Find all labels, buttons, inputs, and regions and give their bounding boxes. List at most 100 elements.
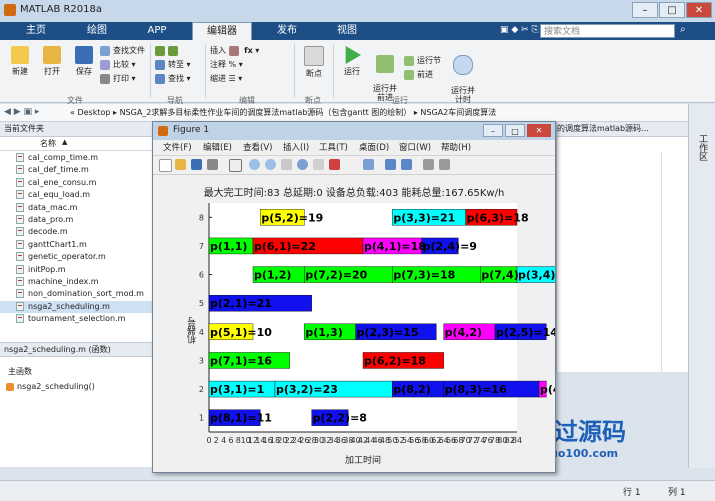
insert-button[interactable]: 插入 fx ▾	[210, 44, 259, 58]
tab-apps[interactable]: APP	[132, 22, 182, 40]
open-button[interactable]: 打开	[38, 46, 66, 77]
list-item[interactable]: initPop.m	[0, 264, 152, 276]
gantt-bar-label: p(5,2)=19	[261, 211, 323, 224]
y-tick-label: 4	[199, 328, 204, 337]
find-button[interactable]: 查找 ▾	[155, 72, 191, 86]
list-item-selected[interactable]: nsga2_scheduling.m	[0, 300, 152, 314]
gantt-bar-label: p(2,1)=21	[210, 297, 272, 310]
m-file-icon	[16, 227, 24, 237]
run-section-button[interactable]: 运行节	[404, 54, 441, 68]
list-item[interactable]: non_domination_sort_mod.m	[0, 288, 152, 300]
list-item[interactable]: data_mac.m	[0, 202, 152, 214]
breadcrumb: « Desktop ▸ NSGA_2求解多目标柔性作业车间的调度算法matlab…	[70, 108, 497, 117]
list-item[interactable]: ganttChart1.m	[0, 239, 152, 251]
back-forward-buttons[interactable]	[155, 44, 191, 58]
indent-button[interactable]: 缩进 ☰ ▾	[210, 72, 259, 86]
details-section-title: 主函数	[8, 367, 32, 376]
list-item[interactable]: cal_equ_load.m	[0, 189, 152, 201]
tab-plots[interactable]: 绘图	[72, 22, 122, 40]
list-item[interactable]: data_pro.m	[0, 214, 152, 226]
list-item[interactable]: decode.m	[0, 226, 152, 238]
address-bar: ◀ ▶ ▣ ▸ « Desktop ▸ NSGA_2求解多目标柔性作业车间的调度…	[0, 104, 715, 122]
navigate-buttons: 转至 ▾ 查找 ▾	[155, 44, 191, 86]
tab-home[interactable]: 主页	[14, 22, 58, 40]
m-file-icon	[16, 239, 24, 249]
find-files-button[interactable]: 查找文件	[100, 44, 145, 58]
breadcrumb-more[interactable]: «	[70, 108, 75, 117]
breadcrumb-desktop[interactable]: Desktop	[77, 108, 110, 117]
advance-icon	[404, 69, 414, 80]
file-small-buttons: 查找文件 比较 ▾ 打印 ▾	[100, 44, 145, 86]
breadcrumb-project[interactable]: NSGA_2求解多目标柔性作业车间的调度算法matlab源码（包含gantt 图…	[120, 108, 412, 117]
y-tick-label: 7	[199, 242, 204, 251]
file-list: cal_comp_time.m cal_def_time.m cal_ene_c…	[0, 152, 152, 325]
x-tick-label: 4	[221, 436, 226, 445]
compare-button[interactable]: 比较 ▾	[100, 58, 145, 72]
workspace-label: 工作区	[697, 134, 707, 161]
minimize-button[interactable]: –	[632, 2, 658, 18]
column-header[interactable]: 名称 ▲	[0, 137, 152, 151]
gantt-bar-label: p(3,1)=1	[210, 383, 264, 396]
breadcrumb-folder[interactable]: NSGA2车间调度算法	[420, 108, 496, 117]
x-tick-label: 84	[512, 436, 522, 445]
search-icon[interactable]: ⌕	[680, 24, 694, 38]
list-item[interactable]: machine_index.m	[0, 276, 152, 288]
maximize-button[interactable]: □	[659, 2, 685, 18]
edit-buttons: 插入 fx ▾ 注释 % ▾ 缩进 ☰ ▾	[210, 44, 259, 86]
m-file-icon	[16, 314, 24, 324]
details-header[interactable]: nsga2_scheduling.m (函数)	[0, 342, 152, 357]
y-tick-label: 6	[199, 271, 204, 280]
comment-button[interactable]: 注释 % ▾	[210, 58, 259, 72]
workspace-sidebar[interactable]: 工作区	[688, 104, 715, 468]
list-item[interactable]: genetic_operator.m	[0, 251, 152, 263]
group-separator	[294, 44, 295, 98]
run-and-time-button[interactable]: 运行并 计时	[448, 46, 478, 104]
m-file-icon	[16, 214, 24, 224]
matlab-logo-icon	[4, 4, 16, 16]
list-item[interactable]: cal_comp_time.m	[0, 152, 152, 164]
find-files-icon	[100, 45, 110, 56]
stopwatch-icon	[453, 55, 473, 75]
row-indicator: 行 1	[623, 488, 641, 498]
print-button[interactable]: 打印 ▾	[100, 72, 145, 86]
tab-editor[interactable]: 编辑器	[192, 22, 252, 40]
list-item[interactable]: cal_def_time.m	[0, 164, 152, 176]
function-item[interactable]: nsga2_scheduling()	[6, 382, 95, 391]
editor-tab[interactable]: 的调度算法matlab源码...	[557, 122, 689, 137]
tab-publish[interactable]: 发布	[262, 22, 312, 40]
y-tick-label: 1	[199, 414, 204, 423]
run-advance-icon	[376, 55, 394, 73]
run-button[interactable]: 运行	[338, 46, 366, 77]
figure-window[interactable]: Figure 1 – □ ✕ 文件(F) 编辑(E) 查看(V) 插入(I) 工…	[152, 121, 556, 473]
status-bar: 行 1 列 1	[0, 480, 715, 501]
x-tick-label: 6	[228, 436, 233, 445]
gantt-bar-label: p(4,2)	[445, 326, 482, 339]
search-documentation-input[interactable]	[540, 24, 675, 38]
list-item[interactable]: cal_ene_consu.m	[0, 177, 152, 189]
gantt-bar-label: p(1,3)	[305, 326, 342, 339]
gantt-bar-label: p(7,3)=18	[393, 269, 455, 282]
advance-button[interactable]: 前进	[404, 68, 441, 82]
save-button[interactable]: 保存	[70, 46, 98, 77]
run-and-advance-button[interactable]: 运行并 前进	[370, 46, 400, 102]
editor-area[interactable]: 的调度算法matlab源码...	[556, 122, 689, 372]
goto-button[interactable]: 转至 ▾	[155, 58, 191, 72]
x-tick-label: 0	[206, 436, 211, 445]
gantt-bar-label: p(8,2)	[393, 383, 430, 396]
close-button[interactable]: ✕	[686, 2, 712, 18]
new-button[interactable]: 新建	[6, 46, 34, 77]
gantt-bar-label: p(1,1)	[210, 240, 247, 253]
gantt-bar-label: p(2,5)=14	[496, 326, 555, 339]
gantt-bar-label: p(4,3)=8	[540, 383, 555, 396]
tab-view[interactable]: 视图	[322, 22, 372, 40]
right-margin-line	[661, 152, 662, 372]
editor-ribbon: 新建 打开 保存 查找文件 比较 ▾ 打印 ▾ 文件 转至 ▾ 查找 ▾ 导航 …	[0, 40, 715, 105]
compare-icon	[100, 59, 110, 70]
y-tick-label: 2	[199, 385, 204, 394]
run-icon	[345, 46, 361, 64]
list-item[interactable]: tournament_selection.m	[0, 313, 152, 325]
m-file-icon	[16, 190, 24, 200]
breakpoints-button[interactable]: 断点	[300, 46, 328, 79]
find-icon	[155, 73, 165, 84]
nav-arrows-icon[interactable]: ◀ ▶ ▣ ▸	[4, 107, 39, 117]
